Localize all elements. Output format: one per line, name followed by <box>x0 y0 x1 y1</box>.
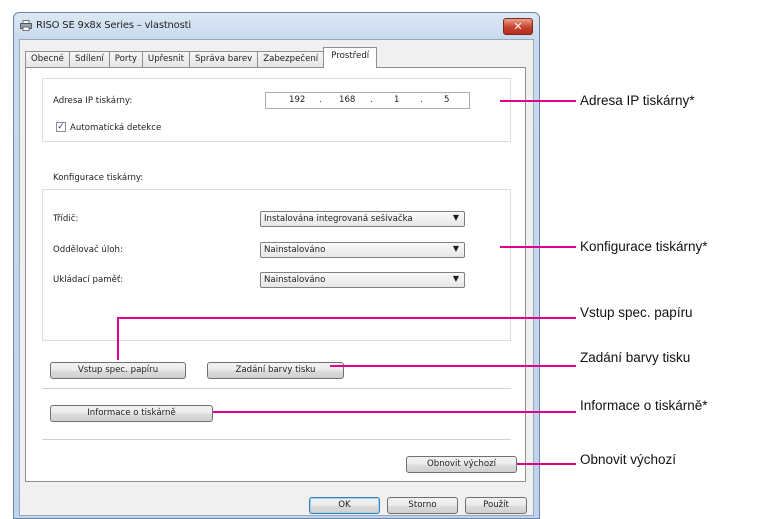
callout-paper: Vstup spec. papíru <box>580 305 693 320</box>
callout-info: Informace o tiskárně* <box>580 398 708 413</box>
callout-restore: Obnovit výchozí <box>580 452 677 467</box>
callout-color: Zadání barvy tisku <box>580 350 691 365</box>
tab-environment[interactable]: Prostředí <box>323 47 378 68</box>
callout-config: Konfigurace tiskárny* <box>580 239 708 254</box>
callout-lines <box>117 100 576 465</box>
callout-line-paper <box>117 317 576 360</box>
callout-ip: Adresa IP tiskárny* <box>580 93 695 108</box>
